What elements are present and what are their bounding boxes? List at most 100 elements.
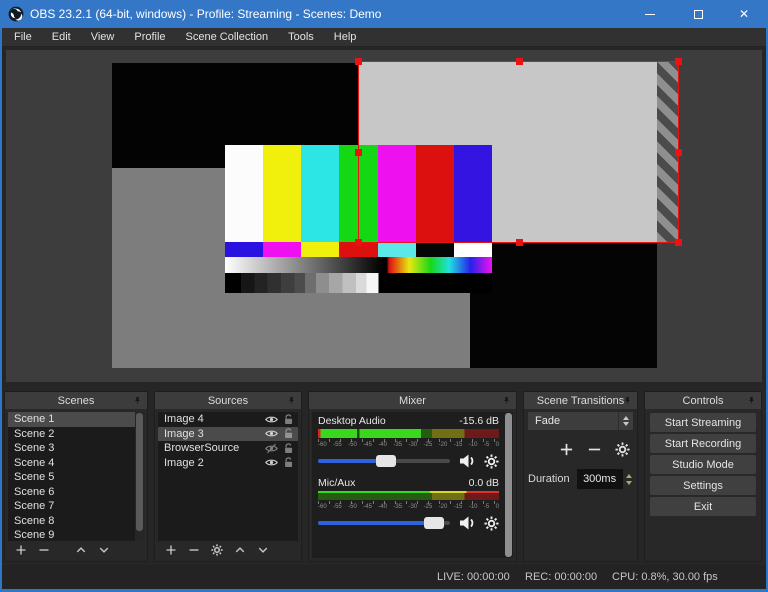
visibility-eye-icon[interactable] (265, 413, 278, 426)
scrollbar-thumb[interactable] (136, 413, 143, 531)
scene-transitions-panel-header: Scene Transitions (524, 392, 637, 409)
transition-properties-gear-button[interactable] (615, 442, 630, 457)
speaker-mute-icon[interactable] (458, 515, 478, 531)
pin-icon[interactable] (287, 396, 296, 405)
scene-transitions-body: Fade Duration 300ms (528, 412, 633, 489)
scenes-toolbar (8, 541, 144, 558)
mixer-panel: Mixer Desktop Audio -15.6 dB -60 -55 -50 -4… (308, 391, 517, 562)
slider-handle[interactable] (376, 455, 397, 467)
preview-source-black-bottom-right (470, 243, 657, 368)
lock-icon[interactable] (282, 456, 295, 469)
source-properties-gear-button[interactable] (211, 544, 223, 556)
visibility-eye-icon[interactable] (265, 456, 278, 469)
visibility-eye-off-icon[interactable] (265, 442, 278, 455)
remove-transition-button[interactable] (587, 442, 602, 457)
source-row[interactable]: BrowserSource (158, 441, 298, 456)
volume-slider[interactable] (318, 455, 450, 467)
scene-row[interactable]: Scene 5 (8, 470, 144, 485)
channel-settings-gear-icon[interactable] (484, 454, 499, 469)
selection-handle-top-right[interactable] (675, 58, 682, 65)
speaker-mute-icon[interactable] (458, 453, 478, 469)
duration-spinner[interactable] (625, 473, 632, 485)
obs-logo-icon (8, 6, 24, 22)
title-bar: OBS 23.2.1 (64-bit, windows) - Profile: … (0, 0, 768, 28)
slider-handle[interactable] (423, 517, 444, 529)
move-source-down-button[interactable] (257, 544, 269, 556)
lock-icon[interactable] (282, 413, 295, 426)
selection-handle-top-center[interactable] (516, 58, 523, 65)
selection-handle-mid-left[interactable] (355, 149, 362, 156)
scenes-panel-title: Scenes (57, 394, 95, 407)
transition-dropdown[interactable]: Fade (528, 412, 633, 430)
remove-scene-button[interactable] (38, 544, 50, 556)
scenes-scrollbar[interactable] (135, 412, 144, 543)
maximize-icon (693, 9, 703, 19)
volume-slider[interactable] (318, 517, 450, 529)
pin-icon[interactable] (502, 396, 511, 405)
minimize-button[interactable] (628, 0, 672, 28)
move-scene-down-button[interactable] (98, 544, 110, 556)
pin-icon[interactable] (623, 396, 632, 405)
source-row[interactable]: Image 3 (158, 426, 298, 441)
menu-item-scene-collection[interactable]: Scene Collection (176, 31, 279, 43)
lock-icon[interactable] (282, 442, 295, 455)
menu-item-tools[interactable]: Tools (278, 31, 324, 43)
mixer-scrollbar[interactable] (505, 413, 512, 557)
start-streaming-button[interactable]: Start Streaming (650, 413, 756, 432)
menu-item-help[interactable]: Help (324, 31, 367, 43)
settings-button[interactable]: Settings (650, 476, 756, 495)
chevron-up-icon (623, 416, 629, 420)
selection-handle-bottom-left[interactable] (355, 239, 362, 246)
scrollbar-thumb[interactable] (505, 413, 512, 557)
scenes-list: Scene 1 Scene 2 Scene 3 Scene 4 Scene 5 … (8, 412, 144, 543)
exit-button[interactable]: Exit (650, 497, 756, 516)
selection-handle-top-left[interactable] (355, 58, 362, 65)
pin-icon[interactable] (133, 396, 142, 405)
scene-row[interactable]: Scene 1 (8, 412, 144, 427)
controls-panel-header: Controls (645, 392, 761, 409)
selection-handle-bottom-right[interactable] (675, 239, 682, 246)
scene-row[interactable]: Scene 6 (8, 485, 144, 500)
menu-item-file[interactable]: File (4, 31, 42, 43)
volume-meter (318, 429, 499, 438)
add-source-button[interactable] (165, 544, 177, 556)
remove-source-button[interactable] (188, 544, 200, 556)
selection-handle-mid-right[interactable] (675, 149, 682, 156)
meter-tick-labels: -60 -55 -50 -45 -40 -35 -30 -25 -20 -15 -10 -5 0 (318, 442, 499, 448)
scenes-panel: Scenes Scene 1 Scene 2 Scene 3 Scene 4 S… (4, 391, 148, 562)
source-row[interactable]: Image 4 (158, 412, 298, 427)
close-button[interactable]: ✕ (722, 0, 766, 28)
move-source-up-button[interactable] (234, 544, 246, 556)
duration-input[interactable]: 300ms (576, 469, 623, 489)
transition-toolbar (528, 442, 633, 457)
mixer-body: Desktop Audio -15.6 dB -60 -55 -50 -45 -40 -3… (312, 412, 513, 558)
obs-window: OBS 23.2.1 (64-bit, windows) - Profile: … (0, 0, 768, 592)
menu-item-profile[interactable]: Profile (124, 31, 175, 43)
scene-row[interactable]: Scene 7 (8, 499, 144, 514)
duration-label: Duration (528, 473, 570, 485)
dropdown-spinner[interactable] (618, 412, 633, 430)
lock-icon[interactable] (282, 427, 295, 440)
visibility-eye-icon[interactable] (265, 427, 278, 440)
menu-item-edit[interactable]: Edit (42, 31, 81, 43)
smpte-grayscale-steps-row (225, 273, 492, 293)
pin-icon[interactable] (747, 396, 756, 405)
maximize-button[interactable] (676, 0, 720, 28)
selection-handle-bottom-center[interactable] (516, 239, 523, 246)
transition-selected-value: Fade (535, 415, 561, 427)
scene-row[interactable]: Scene 2 (8, 427, 144, 442)
scene-row[interactable]: Scene 4 (8, 456, 144, 471)
channel-settings-gear-icon[interactable] (484, 516, 499, 531)
cpu-fps-stats: CPU: 0.8%, 30.00 fps (612, 571, 718, 583)
add-scene-button[interactable] (15, 544, 27, 556)
add-transition-button[interactable] (559, 442, 574, 457)
menu-item-view[interactable]: View (81, 31, 125, 43)
move-scene-up-button[interactable] (75, 544, 87, 556)
start-recording-button[interactable]: Start Recording (650, 434, 756, 453)
scene-row[interactable]: Scene 3 (8, 441, 144, 456)
source-row[interactable]: Image 2 (158, 456, 298, 471)
studio-mode-button[interactable]: Studio Mode (650, 455, 756, 474)
scene-row[interactable]: Scene 8 (8, 514, 144, 529)
duration-row: Duration 300ms (528, 469, 633, 489)
volume-meter (318, 491, 499, 500)
